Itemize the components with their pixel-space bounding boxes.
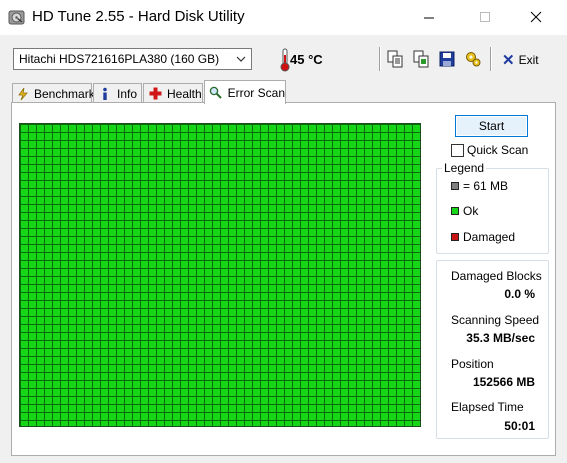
health-icon — [148, 87, 162, 101]
legend-swatch-block-size — [451, 182, 459, 190]
copy-image-icon — [413, 50, 429, 68]
maximize-icon — [479, 11, 490, 22]
tab-info-label: Info — [117, 86, 138, 101]
magnifier-icon — [209, 86, 223, 100]
exit-button[interactable]: ✕ Exit — [502, 50, 539, 70]
legend-title: Legend — [442, 161, 487, 175]
options-icon — [466, 52, 481, 67]
error-scan-block-map — [19, 123, 421, 427]
close-icon — [530, 11, 542, 23]
quick-scan-checkbox-box[interactable] — [451, 143, 464, 157]
close-button[interactable] — [513, 0, 559, 34]
toolbar-separator — [379, 47, 381, 71]
damaged-blocks-label: Damaged Blocks — [451, 269, 542, 283]
copy-image-button[interactable] — [411, 49, 431, 69]
tab-benchmark-label: Benchmark — [34, 86, 95, 101]
exit-icon: ✕ — [502, 52, 515, 69]
error-scan-panel: Start Quick Scan Legend = 61 MB Ok Damag… — [11, 102, 556, 456]
thermometer-icon — [280, 48, 290, 72]
hd-tune-app-icon — [8, 9, 25, 26]
damaged-blocks-value: 0.0 % — [504, 287, 535, 301]
drive-select-value: Hitachi HDS721616PLA380 (160 GB) — [19, 52, 220, 66]
minimize-button[interactable] — [406, 0, 452, 34]
options-button[interactable] — [463, 49, 483, 69]
quick-scan-label: Quick Scan — [467, 143, 529, 157]
legend-item-block-size: = 61 MB — [451, 179, 508, 193]
copy-text-button[interactable] — [385, 49, 405, 69]
position-label: Position — [451, 357, 494, 371]
legend-item-ok: Ok — [451, 204, 478, 218]
scanning-speed-label: Scanning Speed — [451, 313, 540, 327]
start-button[interactable]: Start — [455, 115, 528, 137]
tab-benchmark[interactable]: Benchmark — [12, 83, 95, 103]
minimize-icon — [423, 17, 434, 18]
scanning-speed-value: 35.3 MB/sec — [466, 331, 535, 345]
window-title: HD Tune 2.55 - Hard Disk Utility — [32, 8, 245, 25]
maximize-button[interactable] — [462, 0, 508, 34]
legend-swatch-damaged — [451, 233, 459, 241]
tab-info[interactable]: Info — [93, 83, 142, 103]
tab-health[interactable]: Health — [143, 83, 203, 103]
start-button-label: Start — [478, 119, 505, 133]
legend-item-damaged: Damaged — [451, 230, 515, 244]
exit-label: Exit — [518, 53, 539, 67]
elapsed-time-label: Elapsed Time — [451, 400, 524, 414]
tab-error-scan[interactable]: Error Scan — [204, 80, 286, 104]
position-value: 152566 MB — [472, 375, 535, 389]
tab-health-label: Health — [167, 86, 202, 101]
save-icon — [439, 51, 455, 67]
info-icon — [98, 87, 112, 101]
temperature-readout: 45 °C — [290, 52, 323, 67]
quick-scan-checkbox[interactable]: Quick Scan — [451, 143, 528, 157]
legend-label-block-size: = 61 MB — [463, 179, 509, 193]
copy-text-icon — [387, 50, 403, 68]
window-client-area: Hitachi HDS721616PLA380 (160 GB) 45 °C ✕… — [0, 35, 567, 463]
drive-select[interactable]: Hitachi HDS721616PLA380 (160 GB) — [13, 48, 252, 70]
benchmark-icon — [17, 87, 29, 101]
legend-swatch-ok — [451, 207, 459, 215]
legend-label-ok: Ok — [463, 204, 479, 218]
tab-error-scan-label: Error Scan — [227, 85, 285, 100]
toolbar-separator — [490, 47, 492, 71]
chevron-down-icon — [235, 52, 247, 66]
elapsed-time-value: 50:01 — [504, 419, 535, 433]
save-button[interactable] — [437, 49, 457, 69]
legend-label-damaged: Damaged — [463, 230, 516, 244]
title-bar: HD Tune 2.55 - Hard Disk Utility — [0, 0, 567, 35]
